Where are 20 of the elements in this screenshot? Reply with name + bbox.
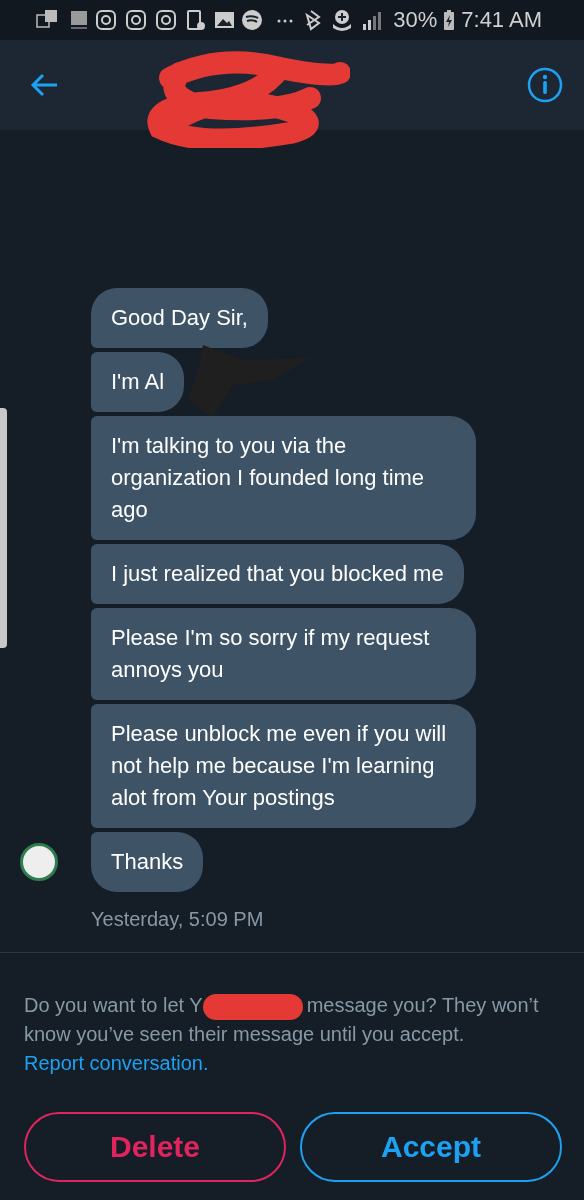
info-icon[interactable] [526, 66, 564, 104]
message-text: Please I'm so sorry if my request annoys you [111, 625, 430, 682]
message-text: I'm Al [111, 369, 165, 394]
clock: 7:41 AM [461, 7, 542, 33]
request-notice: Do you want to let Y message you? They won’t know you’ve seen their message until you accept. Report conversation. [24, 992, 540, 1076]
edge-handle[interactable] [0, 408, 7, 648]
battery-percent: 30% [393, 7, 438, 33]
timestamp: Yesterday, 5:09 PM [90, 907, 265, 931]
data-saver-icon [331, 8, 354, 32]
back-arrow-icon[interactable] [30, 72, 60, 98]
delete-button[interactable]: Delete [24, 1112, 286, 1182]
report-link[interactable]: Report conversation. [24, 1052, 209, 1074]
accept-button[interactable]: Accept [300, 1112, 562, 1182]
message-text: Please unblock me even if you will not help me because I'm learning alot from Your postings [111, 721, 447, 810]
battery-charging-icon [443, 9, 456, 31]
message-text: Good Day Sir, [111, 305, 248, 330]
message-text: I'm talking to you via the organization I founded long time ago [111, 433, 425, 522]
avatar[interactable] [20, 843, 58, 881]
message-text: Thanks [111, 849, 184, 874]
message-text: I just realized that you blocked me [111, 561, 444, 586]
